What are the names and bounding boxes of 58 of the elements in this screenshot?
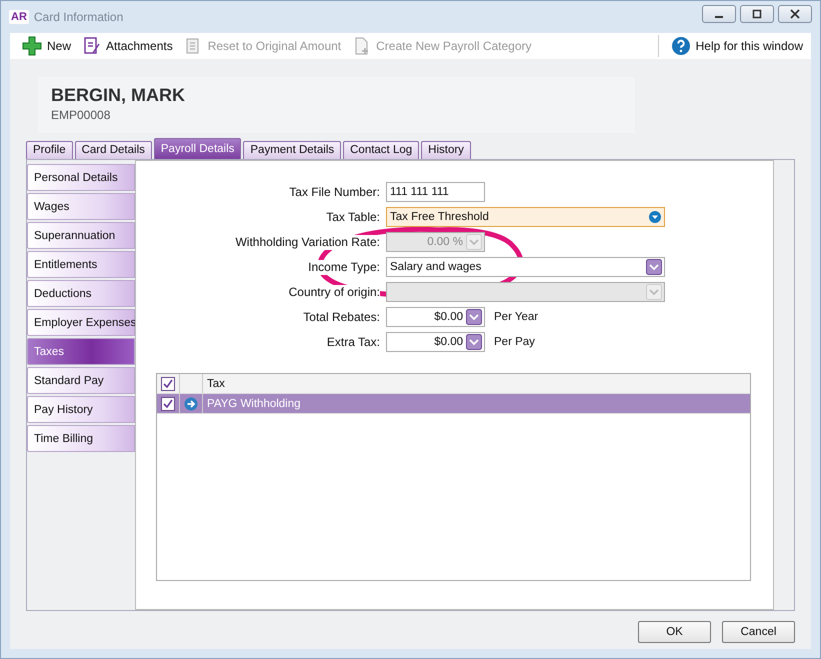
dropdown-icon <box>646 259 662 275</box>
tab[interactable]: Card Details <box>74 141 152 159</box>
plus-icon <box>22 36 42 56</box>
amount-field[interactable]: $0.00 <box>386 307 485 327</box>
tab[interactable]: Contact Log <box>343 141 420 159</box>
row-checkbox[interactable] <box>161 396 175 410</box>
period-label: Per Year <box>494 311 538 323</box>
column-header: Tax <box>206 378 225 390</box>
field-label: Tax Table: <box>326 210 380 224</box>
select-all-checkbox[interactable] <box>161 376 175 390</box>
tab[interactable]: Payroll Details <box>154 138 242 159</box>
dropdown-icon <box>648 210 662 224</box>
help-button[interactable]: Help for this window <box>666 34 807 58</box>
dropdown-icon <box>646 284 662 300</box>
dropdown-icon <box>466 334 482 350</box>
sidebar-item[interactable]: Superannuation <box>27 222 135 249</box>
period-label: Per Pay <box>494 336 535 348</box>
dropdown-icon <box>466 234 482 250</box>
dropdown-icon <box>466 309 482 325</box>
field-label: Country of origin: <box>288 284 380 300</box>
field-label: Withholding Variation Rate: <box>235 234 380 250</box>
sidebar-item[interactable]: Personal Details <box>27 164 135 191</box>
attachments-button[interactable]: Attachments <box>79 34 177 58</box>
employee-id: EMP00008 <box>51 108 112 122</box>
minimize-button[interactable] <box>702 4 736 23</box>
maximize-icon <box>752 8 762 19</box>
sidebar-item[interactable]: Standard Pay <box>27 367 135 394</box>
sidebar-item[interactable]: Time Billing <box>27 425 135 452</box>
window-title: Card Information <box>34 10 124 24</box>
field-label: Extra Tax: <box>326 334 380 350</box>
sidebar-item[interactable]: Deductions <box>27 280 135 307</box>
sidebar-item[interactable]: Employer Expenses <box>27 309 135 336</box>
close-icon <box>790 8 800 19</box>
minimize-icon <box>715 16 723 18</box>
new-button[interactable]: New <box>18 34 76 58</box>
document-pen-icon <box>83 36 102 56</box>
sidebar-item[interactable]: Taxes <box>27 338 135 365</box>
tab[interactable]: Profile <box>26 141 73 159</box>
ok-button[interactable]: OK <box>638 621 711 643</box>
help-icon <box>670 36 691 56</box>
tab[interactable]: History <box>421 141 471 159</box>
close-button[interactable] <box>778 4 812 23</box>
field-label: Income Type: <box>308 260 380 274</box>
sidebar-item[interactable]: Entitlements <box>27 251 135 278</box>
employee-name: BERGIN, MARK <box>51 85 186 106</box>
amount-field[interactable]: $0.00 <box>386 332 485 352</box>
dropdown-field[interactable]: Salary and wages <box>386 257 665 277</box>
field-label: Total Rebates: <box>303 310 380 324</box>
cancel-button[interactable]: Cancel <box>722 621 795 643</box>
maximize-button[interactable] <box>740 4 774 23</box>
sidebar-item[interactable]: Pay History <box>27 396 135 423</box>
text-field[interactable]: 111 111 111 <box>386 182 485 202</box>
app-logo: AR <box>9 10 29 24</box>
arrow-icon[interactable] <box>184 396 198 410</box>
tab[interactable]: Payment Details <box>243 141 342 159</box>
sidebar-item[interactable]: Wages <box>27 193 135 220</box>
field-label: Tax File Number: <box>289 184 380 200</box>
dropdown-field[interactable]: Tax Free Threshold <box>386 207 665 227</box>
